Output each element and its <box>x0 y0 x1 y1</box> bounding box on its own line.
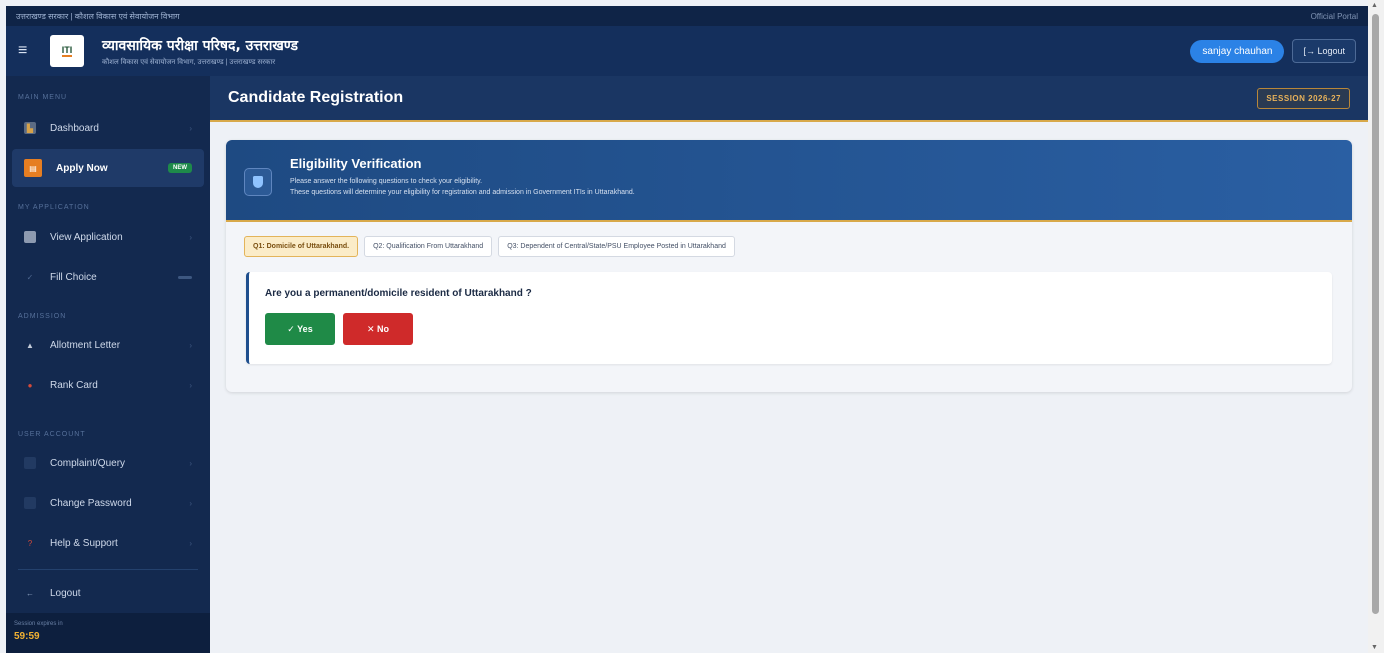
chevron-right-icon: › <box>189 340 192 350</box>
sidebar-item-label: Logout <box>50 587 81 599</box>
sidebar-item-label: Allotment Letter <box>50 339 121 351</box>
sidebar-item-label: Change Password <box>50 497 132 509</box>
tab-q2[interactable]: Q2: Qualification From Uttarakhand <box>364 236 493 257</box>
scrollbar-thumb[interactable] <box>1372 14 1379 614</box>
new-badge: NEW <box>168 163 192 173</box>
scroll-down-icon[interactable]: ▼ <box>1371 644 1378 651</box>
sidebar-item-apply-now[interactable]: ▤ Apply Now NEW <box>12 149 204 187</box>
sidebar-item-label: Help & Support <box>50 537 118 549</box>
shield-icon <box>244 168 272 196</box>
scroll-up-icon[interactable]: ▲ <box>1371 2 1378 9</box>
arrow-left-icon: ← <box>26 588 34 598</box>
file-icon <box>24 231 36 243</box>
chevron-right-icon: › <box>189 123 192 133</box>
sidebar-item-complaint[interactable]: Complaint/Query › <box>12 448 204 478</box>
chevron-right-icon: › <box>189 498 192 508</box>
section-admission: ADMISSION <box>18 313 67 320</box>
tab-q1[interactable]: Q1: Domicile of Uttarakhand. <box>244 236 359 257</box>
question-box: Are you a permanent/domicile resident of… <box>246 272 1332 364</box>
sidebar-item-allotment-letter[interactable]: ▲ Allotment Letter › <box>12 330 204 360</box>
no-button[interactable]: ✕ No <box>343 313 413 345</box>
section-user-account: USER ACCOUNT <box>18 431 86 438</box>
chevron-right-icon: › <box>189 458 192 468</box>
pin-icon: ● <box>27 380 33 390</box>
chevron-right-icon: › <box>189 380 192 390</box>
sidebar-item-label: Apply Now <box>56 162 108 174</box>
sidebar-item-label: Complaint/Query <box>50 457 126 469</box>
question-text: Are you a permanent/domicile resident of… <box>265 288 532 299</box>
section-my-application: MY APPLICATION <box>18 204 90 211</box>
menu-toggle-icon[interactable]: ≡ <box>18 42 38 60</box>
site-title: व्यावसायिक परीक्षा परिषद, उत्तराखण्ड <box>102 37 298 54</box>
card-header-text: Eligibility Verification Please answer t… <box>290 156 635 198</box>
sidebar-item-label: Rank Card <box>50 379 98 391</box>
session-badge: SESSION 2026-27 <box>1257 87 1350 109</box>
choice-icon: ✓ <box>26 272 34 282</box>
session-timer-label: Session expires in <box>14 621 63 627</box>
sidebar: MAIN MENU ▙ Dashboard › ▤ Apply Now NEW … <box>6 76 210 653</box>
chevron-right-icon: › <box>189 538 192 548</box>
answer-buttons: ✓ Yes ✕ No <box>265 313 1316 345</box>
dashboard-icon: ▙ <box>24 122 36 134</box>
eligibility-card: Eligibility Verification Please answer t… <box>226 140 1352 392</box>
top-strip-text: उत्तराखण्ड सरकार | कौशल विकास एवं सेवायो… <box>16 11 180 21</box>
page-header: Candidate Registration SESSION 2026-27 <box>210 76 1368 122</box>
help-icon: ? <box>27 538 33 548</box>
site-subtitle: कौशल विकास एवं सेवायोजन विभाग, उत्तराखण्… <box>102 58 276 66</box>
site-header: ≡ ITI व्यावसायिक परीक्षा परिषद, उत्तराखण… <box>6 26 1368 76</box>
question-tabs: Q1: Domicile of Uttarakhand. Q2: Qualifi… <box>226 222 1352 257</box>
fill-choice-indicator <box>178 275 192 279</box>
user-menu-button[interactable]: sanjay chauhan <box>1190 39 1285 63</box>
card-header: Eligibility Verification Please answer t… <box>226 140 1352 222</box>
sidebar-item-rank-card[interactable]: ● Rank Card › <box>12 370 204 400</box>
sidebar-item-dashboard[interactable]: ▙ Dashboard › <box>12 113 204 143</box>
page-scrollbar[interactable]: ▲ ▼ <box>1368 0 1384 653</box>
sidebar-item-fill-choice[interactable]: ✓ Fill Choice <box>12 262 204 292</box>
official-portal-label: Official Portal <box>1310 11 1358 21</box>
building-icon: ▲ <box>26 340 34 350</box>
yes-button[interactable]: ✓ Yes <box>265 313 335 345</box>
main-content: Eligibility Verification Please answer t… <box>210 124 1368 653</box>
sidebar-item-logout[interactable]: ← Logout <box>12 578 204 608</box>
card-description-1: Please answer the following questions to… <box>290 178 483 185</box>
sidebar-item-help[interactable]: ? Help & Support › <box>12 528 204 558</box>
top-strip: उत्तराखण्ड सरकार | कौशल विकास एवं सेवायो… <box>6 6 1368 26</box>
sidebar-item-change-password[interactable]: Change Password › <box>12 488 204 518</box>
tab-q3[interactable]: Q3: Dependent of Central/State/PSU Emplo… <box>498 236 735 257</box>
brand-block: व्यावसायिक परीक्षा परिषद, उत्तराखण्ड कौश… <box>102 36 298 67</box>
app-root: उत्तराखण्ड सरकार | कौशल विकास एवं सेवायो… <box>0 0 1368 653</box>
key-icon <box>24 497 36 509</box>
page-title: Candidate Registration <box>228 89 404 106</box>
card-title: Eligibility Verification <box>290 156 422 171</box>
chat-icon <box>24 457 36 469</box>
session-timer-value: 59:59 <box>14 631 40 642</box>
sidebar-item-label: Fill Choice <box>50 271 97 283</box>
sidebar-item-label: View Application <box>50 231 123 243</box>
sidebar-item-label: Dashboard <box>50 122 99 134</box>
site-logo: ITI <box>50 35 84 67</box>
card-description-2: These questions will determine your elig… <box>290 189 635 196</box>
chevron-right-icon: › <box>189 232 192 242</box>
document-icon: ▤ <box>24 159 42 177</box>
sidebar-divider <box>18 569 198 570</box>
sidebar-item-view-application[interactable]: View Application › <box>12 222 204 252</box>
session-timer: Session expires in 59:59 <box>6 613 210 653</box>
section-main-menu: MAIN MENU <box>18 94 68 101</box>
header-logout-button[interactable]: [→ Logout <box>1292 39 1356 63</box>
